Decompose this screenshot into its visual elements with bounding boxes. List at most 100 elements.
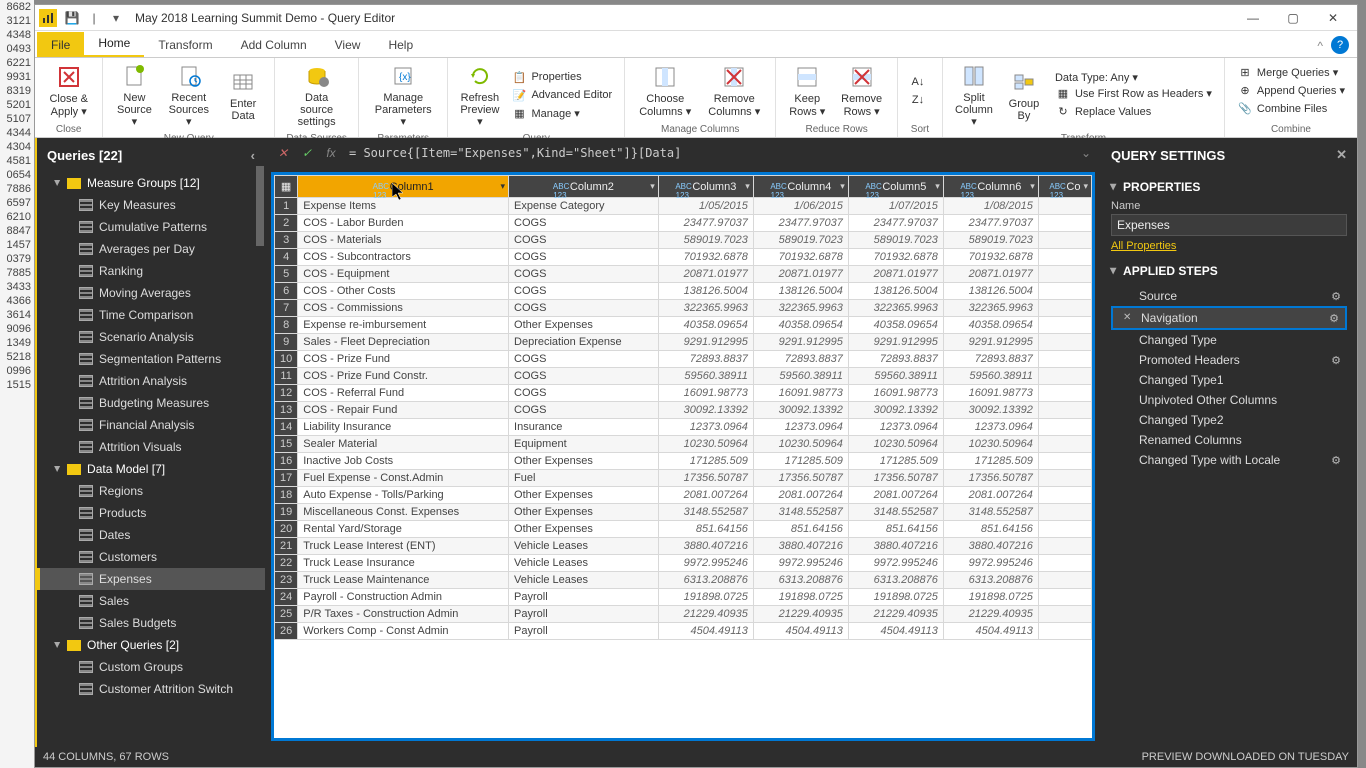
applied-step[interactable]: Changed Type (1111, 330, 1347, 350)
query-item[interactable]: Products (37, 502, 265, 524)
row-number[interactable]: 20 (275, 521, 298, 538)
cell[interactable]: 4504.49113 (753, 623, 848, 640)
cell[interactable]: 40358.09654 (848, 317, 943, 334)
cell[interactable]: 72893.8837 (658, 351, 753, 368)
cell[interactable]: 59560.38911 (658, 368, 753, 385)
cell[interactable]: 3148.552587 (753, 504, 848, 521)
cell[interactable]: 589019.7023 (658, 232, 753, 249)
cell[interactable]: 9972.995246 (943, 555, 1038, 572)
cell[interactable]: 23477.97037 (753, 215, 848, 232)
column-header[interactable]: ABC123Column4▾ (753, 176, 848, 198)
cell[interactable] (1038, 249, 1091, 266)
cell[interactable] (1038, 436, 1091, 453)
cell[interactable]: Truck Lease Maintenance (298, 572, 509, 589)
query-item[interactable]: Budgeting Measures (37, 392, 265, 414)
queries-collapse-icon[interactable]: ‹ (251, 148, 255, 163)
cell[interactable]: 3880.407216 (943, 538, 1038, 555)
cell[interactable]: Auto Expense - Tolls/Parking (298, 487, 509, 504)
cell[interactable]: 17356.50787 (658, 470, 753, 487)
cell[interactable]: 1/06/2015 (753, 198, 848, 215)
cell[interactable] (1038, 283, 1091, 300)
cell[interactable]: 171285.509 (658, 453, 753, 470)
query-folder[interactable]: Data Model [7] (37, 458, 265, 480)
cell[interactable]: 16091.98773 (753, 385, 848, 402)
cell[interactable] (1038, 351, 1091, 368)
cell[interactable]: Other Expenses (509, 521, 659, 538)
tab-home[interactable]: Home (84, 30, 144, 57)
cell[interactable] (1038, 334, 1091, 351)
cell[interactable]: Payroll (509, 589, 659, 606)
cell[interactable]: 1/08/2015 (943, 198, 1038, 215)
cell[interactable]: 701932.6878 (848, 249, 943, 266)
sort-asc-button[interactable]: A↓ (910, 74, 930, 90)
cell[interactable]: 20871.01977 (943, 266, 1038, 283)
query-item[interactable]: Scenario Analysis (37, 326, 265, 348)
cell[interactable]: 40358.09654 (943, 317, 1038, 334)
data-type-button[interactable]: Data Type: Any ▾ (1055, 71, 1212, 84)
cell[interactable]: Payroll (509, 623, 659, 640)
cell[interactable]: COGS (509, 402, 659, 419)
cell[interactable]: 6313.208876 (658, 572, 753, 589)
cell[interactable]: Payroll (509, 606, 659, 623)
column-header[interactable]: ABC123Column2▾ (509, 176, 659, 198)
data-source-settings-button[interactable]: Data source settings (281, 60, 352, 130)
data-grid[interactable]: ▦ABC123Column1▾ABC123Column2▾ABC123Colum… (271, 172, 1095, 741)
cell[interactable]: Workers Comp - Const Admin (298, 623, 509, 640)
gear-icon[interactable]: ⚙ (1329, 312, 1339, 325)
cell[interactable]: 21229.40935 (658, 606, 753, 623)
cell[interactable]: 21229.40935 (848, 606, 943, 623)
row-number[interactable]: 23 (275, 572, 298, 589)
cell[interactable] (1038, 317, 1091, 334)
cell[interactable]: P/R Taxes - Construction Admin (298, 606, 509, 623)
manage-parameters-button[interactable]: {x}Manage Parameters ▾ (365, 60, 441, 130)
cell[interactable]: 701932.6878 (658, 249, 753, 266)
cell[interactable]: 40358.09654 (753, 317, 848, 334)
cell[interactable]: COGS (509, 368, 659, 385)
query-item[interactable]: Key Measures (37, 194, 265, 216)
cell[interactable]: Vehicle Leases (509, 538, 659, 555)
cell[interactable]: 589019.7023 (943, 232, 1038, 249)
cell[interactable] (1038, 589, 1091, 606)
query-item[interactable]: Averages per Day (37, 238, 265, 260)
query-item[interactable]: Dates (37, 524, 265, 546)
cell[interactable]: Truck Lease Interest (ENT) (298, 538, 509, 555)
cell[interactable]: 3880.407216 (658, 538, 753, 555)
cell[interactable]: 2081.007264 (848, 487, 943, 504)
cell[interactable]: 171285.509 (943, 453, 1038, 470)
cell[interactable]: 59560.38911 (943, 368, 1038, 385)
applied-step[interactable]: Source⚙ (1111, 286, 1347, 306)
group-by-button[interactable]: Group By (999, 66, 1049, 124)
column-header[interactable]: ABC123Column5▾ (848, 176, 943, 198)
query-item[interactable]: Custom Groups (37, 656, 265, 678)
applied-step[interactable]: Changed Type1 (1111, 370, 1347, 390)
cell[interactable]: Insurance (509, 419, 659, 436)
cell[interactable] (1038, 470, 1091, 487)
queries-scrollbar[interactable] (255, 166, 265, 747)
cell[interactable] (1038, 402, 1091, 419)
cell[interactable]: 6313.208876 (943, 572, 1038, 589)
column-header[interactable]: ABC123Column6▾ (943, 176, 1038, 198)
fx-cancel-icon[interactable]: ✕ (271, 146, 295, 160)
cell[interactable]: 20871.01977 (753, 266, 848, 283)
cell[interactable]: 9291.912995 (658, 334, 753, 351)
cell[interactable]: 10230.50964 (658, 436, 753, 453)
row-number[interactable]: 17 (275, 470, 298, 487)
cell[interactable]: 191898.0725 (658, 589, 753, 606)
cell[interactable]: 23477.97037 (848, 215, 943, 232)
cell[interactable]: 30092.13392 (848, 402, 943, 419)
cell[interactable]: 17356.50787 (943, 470, 1038, 487)
close-button[interactable]: ✕ (1313, 6, 1353, 30)
cell[interactable]: 851.64156 (658, 521, 753, 538)
cell[interactable] (1038, 300, 1091, 317)
cell[interactable]: 59560.38911 (753, 368, 848, 385)
cell[interactable]: 851.64156 (848, 521, 943, 538)
cell[interactable]: 701932.6878 (753, 249, 848, 266)
cell[interactable]: 851.64156 (753, 521, 848, 538)
cell[interactable]: 12373.0964 (658, 419, 753, 436)
query-name-input[interactable] (1111, 214, 1347, 236)
cell[interactable]: COGS (509, 249, 659, 266)
cell[interactable]: 138126.5004 (848, 283, 943, 300)
applied-steps-heading[interactable]: APPLIED STEPS (1111, 260, 1347, 282)
cell[interactable]: 4504.49113 (658, 623, 753, 640)
row-number[interactable]: 18 (275, 487, 298, 504)
